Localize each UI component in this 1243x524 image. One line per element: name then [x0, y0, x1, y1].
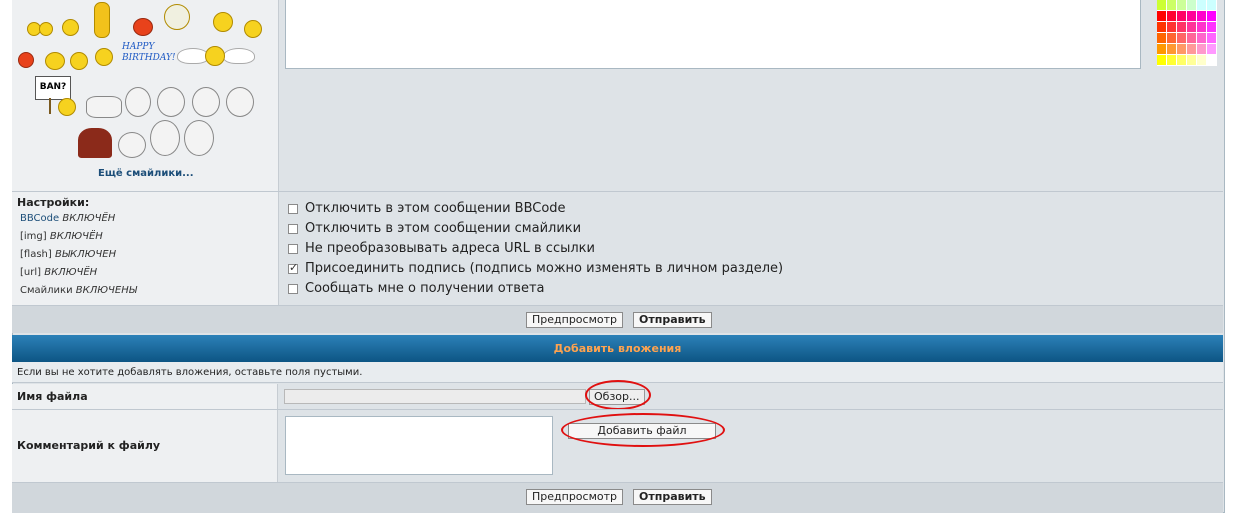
submit-button[interactable]: Отправить: [633, 489, 712, 505]
setting-state: ВЫКЛЮЧЕН: [54, 249, 117, 260]
option-notify-reply[interactable]: Сообщать мне о получении ответа: [288, 281, 545, 296]
setting-state: ВКЛЮЧЁН: [62, 213, 116, 224]
setting-name: [img]: [20, 231, 47, 242]
party-smiley-icon[interactable]: [95, 48, 113, 66]
disable-smileys-checkbox[interactable]: [288, 223, 298, 234]
smiley-icon[interactable]: [18, 52, 34, 68]
rage-face-icon[interactable]: [118, 132, 146, 158]
ban-sign-icon[interactable]: BAN?: [35, 76, 71, 100]
color-palette[interactable]: [1157, 0, 1217, 68]
option-disable-smileys[interactable]: Отключить в этом сообщении смайлики: [288, 221, 581, 236]
notify-reply-checkbox[interactable]: [288, 283, 298, 294]
smiley-icon[interactable]: [62, 19, 79, 36]
no-url-links-checkbox[interactable]: [288, 243, 298, 254]
option-label: Не преобразовывать адреса URL в ссылки: [305, 241, 595, 256]
troll-face-icon[interactable]: [86, 96, 122, 118]
option-no-url-links[interactable]: Не преобразовывать адреса URL в ссылки: [288, 241, 595, 256]
preview-button[interactable]: Предпросмотр: [526, 312, 623, 328]
disable-bbcode-checkbox[interactable]: [288, 203, 298, 214]
smiley-icon[interactable]: [70, 52, 88, 70]
smiley-icon[interactable]: [94, 2, 110, 38]
file-path-input[interactable]: [284, 389, 586, 404]
rage-face-icon[interactable]: [125, 87, 151, 117]
setting-url: [url] ВКЛЮЧЁН: [20, 267, 97, 278]
rage-face-icon[interactable]: [226, 87, 254, 117]
annotation-circle: [561, 413, 725, 447]
setting-flash: [flash] ВЫКЛЮЧЕН: [20, 249, 116, 260]
attach-signature-checkbox[interactable]: [288, 261, 298, 274]
option-label: Сообщать мне о получении ответа: [305, 281, 545, 296]
birthday-smiley-icon[interactable]: HAPPY BIRTHDAY!: [122, 42, 176, 64]
setting-state: ВКЛЮЧЁН: [49, 231, 103, 242]
facepalm-icon[interactable]: [78, 128, 112, 158]
file-comment-label: Комментарий к файлу: [12, 410, 278, 482]
preview-button[interactable]: Предпросмотр: [526, 489, 623, 505]
rage-face-icon[interactable]: [184, 120, 214, 156]
annotation-circle: [585, 380, 651, 410]
setting-name[interactable]: BBCode: [20, 213, 59, 224]
settings-title: Настройки:: [17, 196, 90, 209]
option-attach-signature[interactable]: Присоединить подпись (подпись можно изме…: [288, 261, 783, 276]
birthday-text: BIRTHDAY!: [122, 53, 176, 63]
rage-face-icon[interactable]: [150, 120, 180, 156]
ban-sign-pole: [49, 98, 51, 114]
setting-name: [url]: [20, 267, 42, 278]
rage-face-icon[interactable]: [157, 87, 185, 117]
setting-state: ВКЛЮЧЕНЫ: [75, 285, 137, 296]
setting-bbcode: BBCode ВКЛЮЧЁН: [20, 213, 115, 224]
smiley-icon[interactable]: [244, 20, 262, 38]
message-textarea[interactable]: [285, 0, 1141, 69]
option-disable-bbcode[interactable]: Отключить в этом сообщении BBCode: [288, 201, 566, 216]
setting-state: ВКЛЮЧЁН: [44, 267, 98, 278]
setting-name: Смайлики: [20, 285, 73, 296]
option-label: Присоединить подпись (подпись можно изме…: [305, 261, 784, 276]
smiley-icon[interactable]: [58, 98, 76, 116]
setting-smileys: Смайлики ВКЛЮЧЕНЫ: [20, 285, 137, 296]
angel-smiley-icon[interactable]: [177, 44, 255, 66]
angry-smiley-icon[interactable]: [133, 18, 153, 36]
setting-name: [flash]: [20, 249, 52, 260]
more-smileys-link[interactable]: Ещё смайлики...: [98, 168, 194, 179]
smiley-icon[interactable]: [213, 12, 233, 32]
filename-label: Имя файла: [12, 384, 278, 409]
file-comment-textarea[interactable]: [285, 416, 553, 475]
submit-button[interactable]: Отправить: [633, 312, 712, 328]
flower-smiley-icon[interactable]: [164, 4, 190, 30]
option-label: Отключить в этом сообщении смайлики: [305, 221, 582, 236]
smiley-icon[interactable]: [39, 22, 53, 36]
setting-img: [img] ВКЛЮЧЁН: [20, 231, 103, 242]
birthday-text: HAPPY: [122, 42, 155, 52]
rage-face-icon[interactable]: [192, 87, 220, 117]
attachments-header: Добавить вложения: [12, 335, 1223, 362]
option-label: Отключить в этом сообщении BBCode: [305, 201, 566, 216]
smiley-icon[interactable]: [45, 52, 65, 70]
